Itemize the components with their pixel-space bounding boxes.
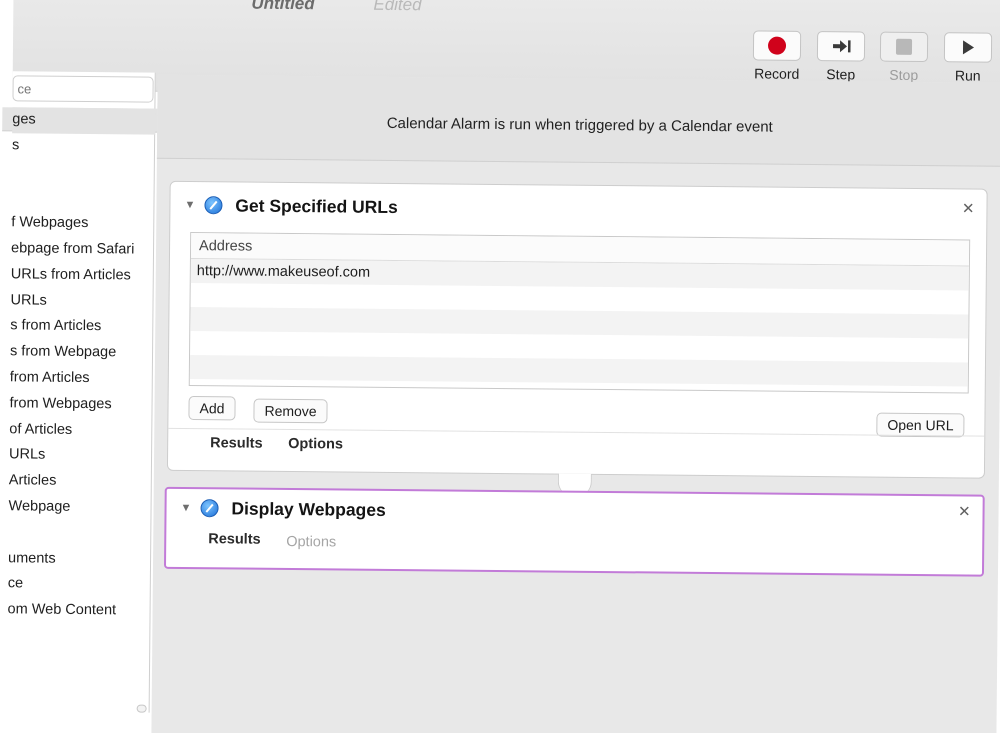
- library-item[interactable]: of Articles: [9, 417, 152, 444]
- library-item[interactable]: Webpage: [8, 494, 151, 521]
- library-item[interactable]: ges: [12, 107, 156, 135]
- results-tab[interactable]: Results: [208, 531, 261, 548]
- stop-icon: [895, 38, 913, 55]
- close-icon[interactable]: ✕: [962, 199, 975, 217]
- library-item[interactable]: s from Articles: [10, 314, 153, 341]
- library-item[interactable]: om Web Content: [7, 597, 150, 624]
- url-rows: http://www.makeuseof.com: [189, 259, 969, 393]
- library-item[interactable]: Articles: [9, 468, 152, 495]
- action-footer-tabs: Results Options: [168, 427, 985, 466]
- run-label: Run: [954, 67, 981, 84]
- library-item[interactable]: uments: [8, 546, 151, 573]
- record-icon: [767, 36, 787, 55]
- library-item[interactable]: URLs: [10, 288, 153, 315]
- library-item[interactable]: s from Webpage: [10, 339, 153, 366]
- step-icon: [833, 40, 851, 53]
- action-get-specified-urls[interactable]: ▼ Get Specified URLs ✕ Address http://ww…: [166, 180, 988, 479]
- safari-icon: [204, 196, 223, 215]
- step-label: Step: [826, 66, 856, 83]
- library-item[interactable]: f Webpages: [11, 210, 154, 237]
- library-item[interactable]: from Webpages: [9, 391, 152, 418]
- remove-button[interactable]: Remove: [253, 398, 328, 424]
- stop-label: Stop: [889, 66, 919, 84]
- open-url-button[interactable]: Open URL: [876, 412, 965, 438]
- edited-status: Edited: [373, 0, 422, 15]
- action-title: Get Specified URLs: [235, 194, 398, 217]
- library-item[interactable]: [11, 185, 154, 212]
- library-item[interactable]: ebpage from Safari: [11, 236, 154, 263]
- action-header: ▼ Display Webpages: [180, 497, 386, 521]
- action-title: Display Webpages: [231, 497, 386, 520]
- library-item[interactable]: [12, 159, 155, 186]
- disclosure-triangle-icon[interactable]: ▼: [181, 502, 192, 514]
- record-button[interactable]: Record: [750, 30, 804, 82]
- action-header: ▼ Get Specified URLs: [184, 194, 397, 218]
- record-label: Record: [754, 65, 800, 82]
- options-tab[interactable]: Options: [286, 534, 336, 550]
- add-button[interactable]: Add: [188, 396, 236, 421]
- document-title: Untitled: [251, 0, 315, 14]
- library-scrollbar-knob[interactable]: [136, 704, 147, 713]
- workflow-area: Calendar Alarm is run when triggered by …: [151, 74, 1000, 733]
- close-icon[interactable]: ✕: [958, 502, 971, 520]
- library-item[interactable]: [8, 520, 151, 547]
- automator-window: Untitled Edited Record Step Stop Run ce …: [0, 0, 1000, 733]
- library-item[interactable]: ce: [8, 572, 151, 599]
- library-search-field[interactable]: [12, 75, 154, 103]
- library-pane: ges s f Webpages ebpage from Safari URLs…: [2, 71, 168, 713]
- run-icon: [962, 40, 975, 55]
- safari-icon: [200, 499, 219, 518]
- disclosure-triangle-icon[interactable]: ▼: [184, 199, 195, 211]
- url-table[interactable]: Address http://www.makeuseof.com: [188, 232, 971, 394]
- results-tab[interactable]: Results: [210, 435, 263, 452]
- library-action-list: ges s f Webpages ebpage from Safari URLs…: [7, 107, 156, 624]
- action-footer-tabs: Results Options: [166, 529, 982, 567]
- workflow-trigger-bar: Calendar Alarm is run when triggered by …: [156, 74, 1000, 167]
- library-search-input[interactable]: [13, 76, 153, 102]
- step-button[interactable]: Step: [814, 31, 868, 83]
- library-item[interactable]: URLs: [9, 443, 152, 470]
- library-item[interactable]: from Articles: [10, 365, 153, 392]
- options-tab[interactable]: Options: [288, 436, 343, 453]
- library-item[interactable]: s: [12, 133, 155, 160]
- run-button[interactable]: Run: [941, 32, 995, 84]
- library-item[interactable]: URLs from Articles: [11, 262, 154, 289]
- trigger-description: Calendar Alarm is run when triggered by …: [386, 114, 773, 136]
- action-display-webpages[interactable]: ▼ Display Webpages ✕ Results Options: [163, 486, 985, 577]
- stop-button[interactable]: Stop: [877, 31, 931, 84]
